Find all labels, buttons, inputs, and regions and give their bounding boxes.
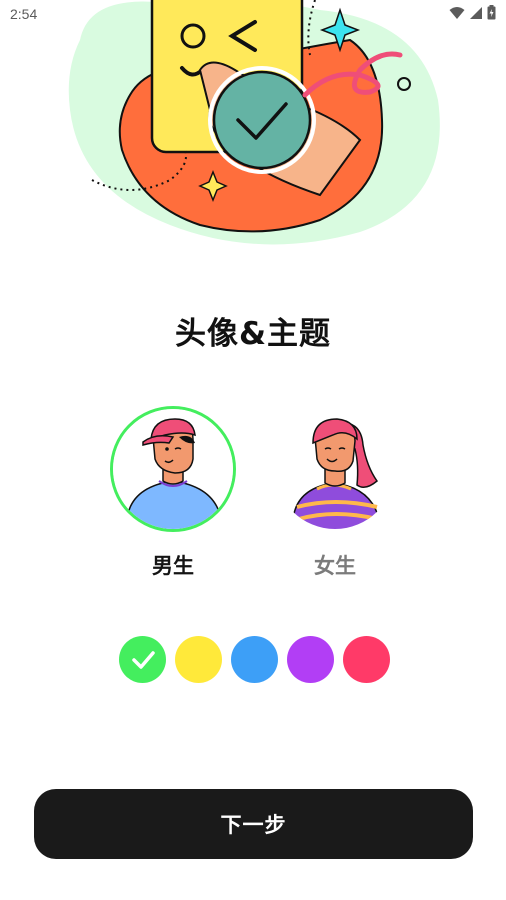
- color-swatch-red[interactable]: [343, 636, 390, 683]
- gender-label-male: 男生: [152, 554, 194, 578]
- female-avatar-icon: [275, 409, 395, 529]
- color-swatch-green[interactable]: [119, 636, 166, 683]
- signal-icon: [470, 6, 482, 19]
- gender-label-female: 女生: [314, 554, 356, 578]
- status-time: 2:54: [10, 6, 38, 22]
- screen: 2:54 头像&主题 男生 女生 下一步: [0, 0, 506, 900]
- battery-icon: [487, 5, 496, 20]
- next-step-button[interactable]: 下一步: [34, 789, 473, 859]
- status-icons: [449, 5, 496, 20]
- theme-color-picker: [119, 636, 390, 683]
- gender-option-female[interactable]: 女生: [272, 406, 398, 580]
- color-swatch-blue[interactable]: [231, 636, 278, 683]
- gender-option-male[interactable]: 男生: [110, 406, 236, 580]
- color-swatch-purple[interactable]: [287, 636, 334, 683]
- color-swatch-yellow[interactable]: [175, 636, 222, 683]
- check-icon: [131, 650, 155, 669]
- male-avatar[interactable]: [110, 406, 236, 532]
- phone-check-illustration: [60, 0, 450, 250]
- wifi-icon: [449, 6, 465, 19]
- male-avatar-icon: [113, 409, 233, 529]
- page-title: 头像&主题: [174, 316, 332, 352]
- female-avatar[interactable]: [272, 406, 398, 532]
